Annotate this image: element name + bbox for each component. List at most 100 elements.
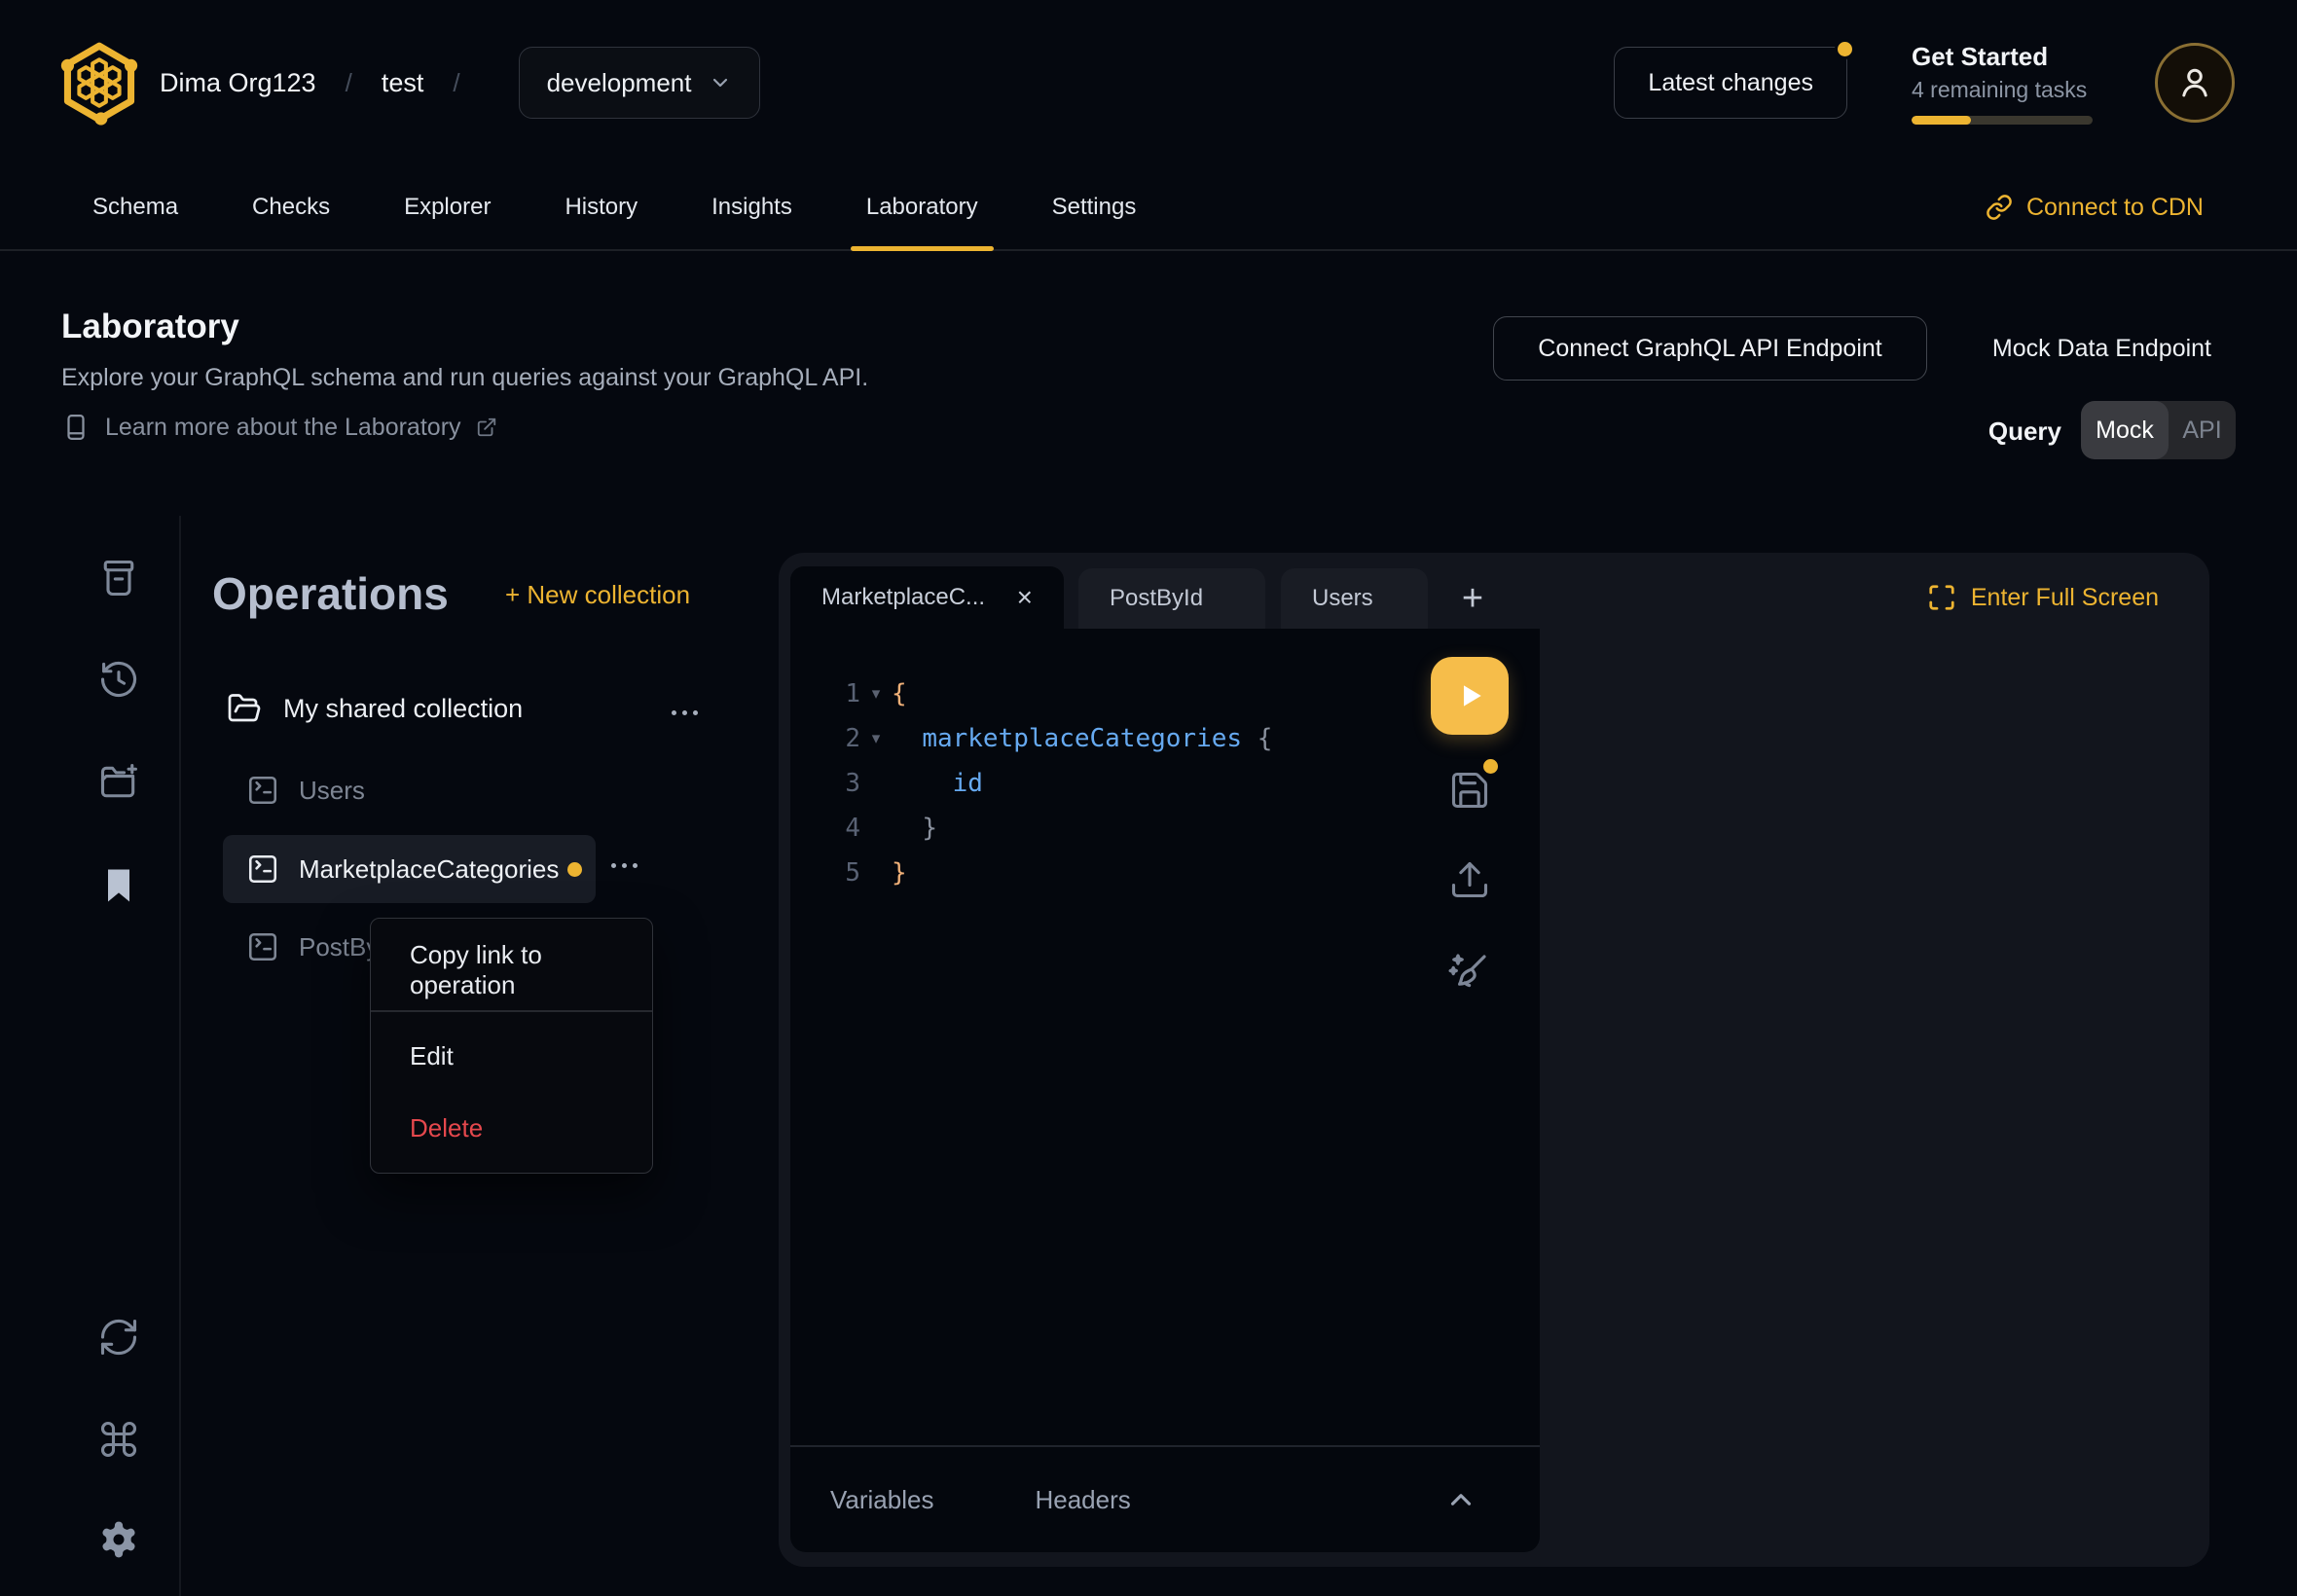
operation-item-label: Users [299,776,365,806]
collection-my-shared[interactable]: My shared collection [227,691,523,726]
tab-label: Checks [252,194,330,221]
tab-insights[interactable]: Insights [711,165,792,249]
new-collection-button[interactable]: + New collection [505,580,690,610]
query-label: Query [1988,417,2061,447]
bookmark-icon[interactable] [97,864,140,907]
prettify-broom-icon[interactable] [1444,950,1491,997]
line-number: 3 [814,769,860,798]
tab-explorer[interactable]: Explorer [404,165,491,249]
line-number: 4 [814,814,860,843]
page-description: Explore your GraphQL schema and run quer… [61,364,868,392]
latest-changes-button[interactable]: Latest changes [1614,47,1847,119]
mock-data-endpoint-link[interactable]: Mock Data Endpoint [1992,335,2211,363]
headers-tab[interactable]: Headers [1035,1485,1130,1515]
editor-tab-users[interactable]: Users [1281,568,1428,629]
terminal-square-icon [246,774,279,807]
collection-menu-button[interactable] [672,710,698,715]
menu-item-delete[interactable]: Delete [371,1104,652,1154]
toggle-option-api[interactable]: API [2169,401,2236,459]
tab-history[interactable]: History [565,165,638,249]
menu-item-edit[interactable]: Edit [371,1032,652,1082]
editor-tab-postbyid[interactable]: PostById [1078,568,1265,629]
line-number: 1 [814,679,860,708]
progress-fill [1912,116,1971,125]
code-line[interactable]: 3 id [814,761,1413,806]
get-started-subtitle: 4 remaining tasks [1912,77,2098,103]
fold-caret-icon[interactable]: ▾ [860,684,892,704]
avatar[interactable] [2155,43,2235,123]
play-icon [1451,677,1488,714]
fold-caret-icon[interactable]: ▾ [860,729,892,748]
connect-to-cdn-link[interactable]: Connect to CDN [1986,165,2204,249]
tab-label: Insights [711,194,792,221]
tab-checks[interactable]: Checks [252,165,330,249]
editor-tab-marketplacecategories[interactable]: MarketplaceC... × [790,566,1064,629]
code-text: marketplaceCategories { [892,724,1272,753]
line-number: 5 [814,858,860,888]
line-number: 2 [814,724,860,753]
settings-gear-icon[interactable] [97,1518,140,1561]
tab-label: Settings [1052,194,1137,221]
operation-menu-button[interactable] [611,863,638,868]
archive-icon[interactable] [97,557,140,599]
query-editor[interactable]: 1▾{2▾ marketplaceCategories {3 id4 }5} [790,629,1540,1552]
enter-fullscreen-button[interactable]: Enter Full Screen [1927,580,2159,615]
operation-item-label: MarketplaceCategories [299,854,559,885]
operation-item-marketplacecategories[interactable]: MarketplaceCategories [223,835,596,903]
close-tab-icon[interactable]: × [1017,584,1033,611]
refresh-icon[interactable] [97,1316,140,1359]
unsaved-changes-dot [567,862,582,877]
history-icon[interactable] [97,658,140,701]
main-nav: Schema Checks Explorer History Insights … [0,165,2297,251]
command-icon[interactable] [97,1418,140,1461]
folder-plus-icon[interactable] [97,761,140,804]
cosmo-logo-icon[interactable] [56,40,142,126]
external-link-icon [476,417,497,438]
run-query-button[interactable] [1431,657,1509,735]
connect-graphql-endpoint-button[interactable]: Connect GraphQL API Endpoint [1493,316,1927,381]
breadcrumb-separator: / [346,68,352,98]
code-text: { [892,679,907,708]
menu-item-copy-link[interactable]: Copy link to operation [371,943,652,998]
get-started-widget[interactable]: Get Started 4 remaining tasks [1912,42,2098,125]
page-title: Laboratory [61,308,239,346]
chevron-down-icon [709,71,732,94]
operations-heading: Operations [212,567,449,620]
enter-fullscreen-label: Enter Full Screen [1971,584,2159,612]
learn-more-link[interactable]: Learn more about the Laboratory [61,413,497,442]
tab-settings[interactable]: Settings [1052,165,1137,249]
share-upload-icon[interactable] [1448,858,1491,901]
toggle-option-mock[interactable]: Mock [2081,401,2169,459]
tab-schema[interactable]: Schema [92,165,178,249]
code-line[interactable]: 1▾{ [814,671,1413,716]
menu-divider [371,1010,652,1012]
book-icon [61,413,91,442]
code-line[interactable]: 4 } [814,806,1413,851]
app-window: Dima Org123 / test / development Latest … [0,0,2297,1596]
learn-more-label: Learn more about the Laboratory [105,414,461,442]
breadcrumb-org[interactable]: Dima Org123 [160,68,316,98]
left-rail [0,516,181,1596]
add-tab-button[interactable]: + [1448,568,1497,629]
tab-label: History [565,194,638,221]
code-line[interactable]: 2▾ marketplaceCategories { [814,716,1413,761]
editor-tab-label: Users [1312,585,1373,612]
chevron-up-icon[interactable] [1444,1483,1477,1516]
mock-api-toggle[interactable]: Mock API [2081,401,2236,459]
operation-item-users[interactable]: Users [223,756,596,824]
tab-laboratory[interactable]: Laboratory [866,165,978,249]
variables-tab[interactable]: Variables [830,1485,933,1515]
link-icon [1986,194,2013,221]
get-started-title: Get Started [1912,42,2098,72]
connect-graphql-endpoint-label: Connect GraphQL API Endpoint [1538,335,1881,363]
folder-open-icon [227,691,262,726]
editor-tab-label: PostById [1110,585,1203,612]
environment-select[interactable]: development [519,47,761,119]
save-operation-icon[interactable] [1448,769,1491,812]
code-line[interactable]: 5} [814,851,1413,895]
unsaved-changes-dot [1483,759,1498,774]
code-lines: 1▾{2▾ marketplaceCategories {3 id4 }5} [814,671,1413,895]
playground-panel: MarketplaceC... × PostById Users + Enter… [779,553,2209,1567]
code-text: } [892,858,907,888]
breadcrumb-project[interactable]: test [382,68,424,98]
